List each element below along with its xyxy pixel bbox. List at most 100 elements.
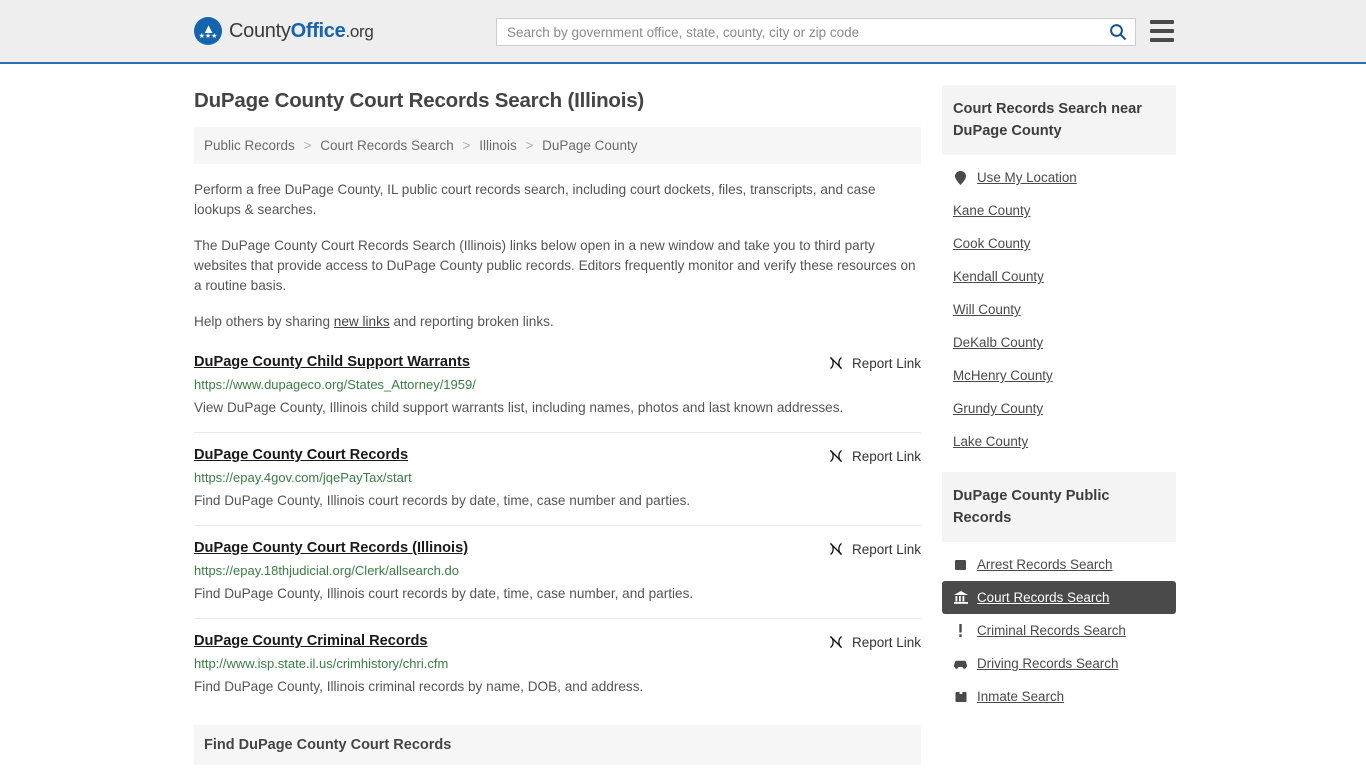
breadcrumb-item-public-records[interactable]: Public Records (204, 138, 295, 153)
breadcrumb: Public Records > Court Records Search > … (194, 127, 921, 164)
sidebar: Court Records Search near DuPage County … (942, 64, 1176, 713)
sidebar-item-label[interactable]: Driving Records Search (977, 656, 1118, 671)
sidebar-item-court-records-search[interactable]: Court Records Search (942, 581, 1176, 614)
jail-icon (953, 690, 968, 703)
sidebar-item-criminal-records-search[interactable]: Criminal Records Search (942, 614, 1176, 647)
breadcrumb-item-illinois[interactable]: Illinois (479, 138, 517, 153)
result-item: DuPage County Court Records (Illinois) R… (194, 540, 921, 619)
public-records-list: Arrest Records Search Court Records Sear… (942, 542, 1176, 713)
sidebar-item-label[interactable]: Criminal Records Search (977, 623, 1126, 638)
result-item: DuPage County Child Support Warrants Rep… (194, 354, 921, 433)
sidebar-item-label[interactable]: Arrest Records Search (977, 557, 1112, 572)
breadcrumb-item-dupage-county[interactable]: DuPage County (542, 138, 637, 153)
intro-paragraph-2: The DuPage County Court Records Search (… (194, 238, 916, 293)
search-input[interactable] (497, 19, 1101, 45)
brand-part-county: County (229, 19, 291, 42)
county-link[interactable]: Lake County (953, 434, 1028, 449)
county-link[interactable]: McHenry County (953, 368, 1053, 383)
nearby-card-heading: Court Records Search near DuPage County (942, 85, 1176, 155)
search-bar[interactable] (496, 18, 1136, 46)
county-link[interactable]: DeKalb County (953, 335, 1043, 350)
result-title-link[interactable]: DuPage County Court Records (194, 447, 408, 463)
report-link-label: Report Link (851, 355, 921, 371)
sidebar-county-lake[interactable]: Lake County (942, 425, 1176, 458)
sidebar-item-arrest-records-search[interactable]: Arrest Records Search (942, 548, 1176, 581)
breadcrumb-separator: > (525, 138, 534, 153)
breadcrumb-separator: > (462, 138, 471, 153)
result-url[interactable]: https://epay.18thjudicial.org/Clerk/alls… (194, 563, 921, 578)
find-records-heading: Find DuPage County Court Records (194, 725, 921, 765)
county-link[interactable]: Cook County (953, 236, 1030, 251)
result-description: Find DuPage County, Illinois court recor… (194, 586, 694, 601)
sidebar-county-will[interactable]: Will County (942, 293, 1176, 326)
intro-paragraph-3: Help others by sharing new links and rep… (194, 312, 921, 332)
result-item: DuPage County Court Records Report Link … (194, 447, 921, 526)
sidebar-county-kendall[interactable]: Kendall County (942, 260, 1176, 293)
share-text-before: Help others by sharing (194, 314, 334, 329)
result-description: View DuPage County, Illinois child suppo… (194, 400, 844, 415)
use-my-location-row[interactable]: Use My Location (942, 161, 1176, 194)
results-list: DuPage County Child Support Warrants Rep… (194, 354, 921, 711)
sidebar-county-mchenry[interactable]: McHenry County (942, 359, 1176, 392)
report-link-button[interactable]: Report Link (828, 355, 921, 371)
sidebar-county-dekalb[interactable]: DeKalb County (942, 326, 1176, 359)
main-content: DuPage County Court Records Search (Illi… (194, 64, 921, 765)
nearby-county-list: Use My Location Kane County Cook County … (942, 155, 1176, 458)
sidebar-item-label[interactable]: Court Records Search (977, 590, 1109, 605)
sidebar-item-label[interactable]: Inmate Search (977, 689, 1064, 704)
sidebar-county-grundy[interactable]: Grundy County (942, 392, 1176, 425)
hamburger-menu-icon[interactable] (1150, 20, 1174, 42)
intro-paragraph-1: Perform a free DuPage County, IL public … (194, 182, 876, 217)
report-link-label: Report Link (851, 541, 921, 557)
use-my-location-link[interactable]: Use My Location (977, 170, 1077, 185)
result-url[interactable]: http://www.isp.state.il.us/crimhistory/c… (194, 656, 921, 671)
public-records-card-heading: DuPage County Public Records (942, 472, 1176, 542)
result-title-link[interactable]: DuPage County Criminal Records (194, 633, 428, 649)
exclamation-icon (953, 624, 968, 637)
result-description: Find DuPage County, Illinois criminal re… (194, 679, 644, 694)
fingerprint-icon (953, 559, 968, 571)
search-button[interactable] (1101, 19, 1135, 45)
broken-link-icon (829, 542, 842, 556)
result-header: DuPage County Criminal Records Report Li… (194, 633, 921, 650)
result-url[interactable]: https://www.dupageco.org/States_Attorney… (194, 377, 921, 392)
county-link[interactable]: Kendall County (953, 269, 1044, 284)
breadcrumb-separator: > (303, 138, 312, 153)
result-header: DuPage County Court Records (Illinois) R… (194, 540, 921, 557)
sidebar-item-driving-records-search[interactable]: Driving Records Search (942, 647, 1176, 680)
page-title: DuPage County Court Records Search (Illi… (194, 89, 645, 112)
result-title-link[interactable]: DuPage County Court Records (Illinois) (194, 540, 468, 556)
result-item: DuPage County Criminal Records Report Li… (194, 633, 921, 711)
site-logo[interactable]: ▲ ★★★ CountyOffice.org (194, 17, 374, 45)
brand-part-tld: .org (345, 21, 374, 41)
report-link-button[interactable]: Report Link (828, 448, 921, 464)
broken-link-icon (829, 449, 842, 463)
courthouse-icon (953, 591, 968, 604)
map-pin-icon (953, 170, 968, 185)
result-description: Find DuPage County, Illinois court recor… (194, 493, 691, 508)
site-header: ▲ ★★★ CountyOffice.org (0, 0, 1366, 64)
nearby-searches-card: Court Records Search near DuPage County … (942, 85, 1176, 458)
page-body: DuPage County Court Records Search (Illi… (0, 64, 1366, 765)
broken-link-icon (829, 635, 842, 649)
public-records-card: DuPage County Public Records Arrest Reco… (942, 472, 1176, 713)
report-link-button[interactable]: Report Link (828, 541, 921, 557)
sidebar-item-inmate-search[interactable]: Inmate Search (942, 680, 1176, 713)
report-link-label: Report Link (851, 634, 921, 650)
county-link[interactable]: Will County (953, 302, 1021, 317)
result-title-link[interactable]: DuPage County Child Support Warrants (194, 354, 470, 370)
county-link[interactable]: Kane County (953, 203, 1030, 218)
car-icon (953, 659, 968, 669)
breadcrumb-item-court-records-search[interactable]: Court Records Search (320, 138, 454, 153)
report-link-label: Report Link (851, 448, 921, 464)
result-url[interactable]: https://epay.4gov.com/jqePayTax/start (194, 470, 921, 485)
broken-link-icon (829, 356, 842, 370)
sidebar-county-cook[interactable]: Cook County (942, 227, 1176, 260)
county-link[interactable]: Grundy County (953, 401, 1043, 416)
sidebar-county-kane[interactable]: Kane County (942, 194, 1176, 227)
result-header: DuPage County Court Records Report Link (194, 447, 921, 464)
search-icon (1110, 24, 1127, 41)
new-links-link[interactable]: new links (334, 314, 390, 329)
report-link-button[interactable]: Report Link (828, 634, 921, 650)
share-text-after: and reporting broken links. (389, 314, 554, 329)
